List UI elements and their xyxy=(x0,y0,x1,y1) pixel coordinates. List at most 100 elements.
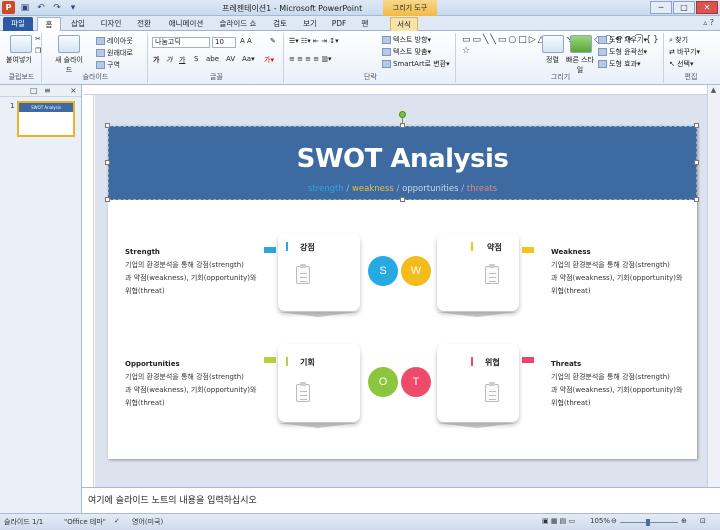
text-direction-button[interactable]: 텍스트 방향▾ xyxy=(382,35,431,45)
font-grow-icon[interactable]: A A xyxy=(240,37,252,45)
shapes-gallery-icon[interactable]: ▭▭╲╲▭○□▷△⌐⌐↘⇒⇩◇◯↶↷⌒{}☆ xyxy=(462,35,659,69)
replace-button[interactable]: ⇄ 바꾸기▾ xyxy=(669,47,700,57)
opportunities-description[interactable]: 기업의 환경분석을 통해 강점(strength) 과 약점(weakness)… xyxy=(125,371,263,410)
threats-description[interactable]: 기업의 환경분석을 통해 강점(strength) 과 약점(weakness)… xyxy=(551,371,689,410)
zoom-slider-thumb[interactable] xyxy=(646,519,650,526)
strength-description[interactable]: 기업의 환경분석을 통해 강점(strength) 과 약점(weakness)… xyxy=(125,259,263,298)
vertical-scrollbar[interactable]: ▲ xyxy=(707,85,720,487)
fit-slide-icon[interactable]: ⊡ xyxy=(700,517,706,525)
select-button[interactable]: ↖ 선택▾ xyxy=(669,59,694,69)
zoom-out-icon[interactable]: ⊖ xyxy=(611,517,617,525)
tab-home[interactable]: 홈 xyxy=(37,17,61,31)
language-indicator[interactable]: 영어(미국) xyxy=(132,517,163,527)
help-icon[interactable]: ▵ ? xyxy=(703,18,714,27)
strikethrough-icon[interactable]: abe xyxy=(206,55,219,63)
close-button[interactable]: ✕ xyxy=(696,1,718,14)
redo-icon[interactable]: ↷ xyxy=(51,2,63,14)
weakness-description[interactable]: 기업의 환경분석을 통해 강점(strength) 과 약점(weakness)… xyxy=(551,259,689,298)
resize-handle[interactable] xyxy=(400,123,405,128)
font-size-select[interactable]: 10 xyxy=(212,37,236,48)
threats-circle[interactable]: T xyxy=(401,367,431,397)
change-case-icon[interactable]: Aa▾ xyxy=(242,55,255,63)
clear-format-icon[interactable]: ✎ xyxy=(270,37,276,45)
resize-handle[interactable] xyxy=(105,160,110,165)
strength-card[interactable]: 강점 xyxy=(278,233,360,311)
weakness-circle[interactable]: W xyxy=(401,256,431,286)
zoom-level[interactable]: 105% xyxy=(590,517,610,525)
font-color-icon[interactable]: 가▾ xyxy=(264,55,274,65)
tab-review[interactable]: 검토 xyxy=(268,17,292,31)
tab-format[interactable]: 서식 xyxy=(390,17,418,31)
align-text-button[interactable]: 텍스트 맞춤▾ xyxy=(382,47,431,57)
reset-button[interactable]: 원래대로 xyxy=(96,48,133,58)
resize-handle[interactable] xyxy=(694,197,699,202)
notes-pane[interactable]: 여기에 슬라이드 노트의 내용을 입력하십시오 xyxy=(82,487,720,513)
view-buttons[interactable]: ▣ ▦ ▤ ▭ xyxy=(542,517,575,525)
theme-indicator[interactable]: "Office 테마" xyxy=(64,517,106,527)
tab-file[interactable]: 파일 xyxy=(3,17,33,31)
opportunities-card[interactable]: 기회 xyxy=(278,344,360,422)
arrange-icon[interactable] xyxy=(542,35,564,53)
tab-pen[interactable]: 펜 xyxy=(356,17,374,31)
customize-icon[interactable]: ▾ xyxy=(67,2,79,14)
weakness-card[interactable]: 약점 xyxy=(437,233,519,311)
shape-fill-button[interactable]: 도형 채우기▾ xyxy=(598,35,647,45)
scroll-up-icon[interactable]: ▲ xyxy=(708,86,719,97)
vertical-ruler[interactable] xyxy=(84,95,94,487)
save-icon[interactable]: ▣ xyxy=(19,2,31,14)
smartart-button[interactable]: SmartArt로 변환▾ xyxy=(382,59,450,69)
resize-handle[interactable] xyxy=(400,197,405,202)
tab-slideshow[interactable]: 슬라이드 쇼 xyxy=(216,17,260,31)
shape-outline-button[interactable]: 도형 윤곽선▾ xyxy=(598,47,647,57)
spacing-icon[interactable]: AV xyxy=(226,55,235,63)
slide[interactable]: SWOT Analysis strength / weakness / oppo… xyxy=(105,111,699,459)
tab-pdf[interactable]: PDF xyxy=(328,17,350,31)
spellcheck-icon[interactable]: ✓ xyxy=(114,517,120,525)
italic-icon[interactable]: 가 xyxy=(166,55,172,65)
section-button[interactable]: 구역 xyxy=(96,60,120,70)
opportunities-circle[interactable]: O xyxy=(368,367,398,397)
threats-heading[interactable]: Threats xyxy=(551,360,581,368)
horizontal-ruler[interactable] xyxy=(84,85,720,95)
undo-icon[interactable]: ↶ xyxy=(35,2,47,14)
shape-effects-button[interactable]: 도형 효과▾ xyxy=(598,59,641,69)
find-button[interactable]: ⌕ 찾기 xyxy=(669,35,688,45)
underline-icon[interactable]: 가 xyxy=(179,55,185,65)
paste-icon[interactable] xyxy=(10,35,32,53)
slide-thumbnail[interactable]: SWOT Analysis xyxy=(17,101,75,137)
shadow-icon[interactable]: S xyxy=(194,55,198,63)
opportunities-heading[interactable]: Opportunities xyxy=(125,360,180,368)
bullets-icon[interactable]: ☰▾ ☷▾ ⇤ ⇥ ↕▾ xyxy=(289,37,339,45)
resize-handle[interactable] xyxy=(105,123,110,128)
strength-heading[interactable]: Strength xyxy=(125,248,160,256)
rotation-handle[interactable] xyxy=(399,111,406,118)
font-name-select[interactable]: 나눔고딕 xyxy=(152,37,210,48)
tab-animations[interactable]: 애니메이션 xyxy=(164,17,208,31)
minimize-button[interactable]: ─ xyxy=(650,1,672,14)
paste-button[interactable]: 붙여넣기 xyxy=(6,55,32,65)
strength-circle[interactable]: S xyxy=(368,256,398,286)
tab-design[interactable]: 디자인 xyxy=(96,17,126,31)
tab-transitions[interactable]: 전환 xyxy=(132,17,156,31)
slides-tab[interactable]: □ xyxy=(30,86,38,95)
zoom-in-icon[interactable]: ⊕ xyxy=(681,517,687,525)
powerpoint-logo-icon[interactable]: P xyxy=(2,1,15,14)
outline-tab[interactable]: ≡ xyxy=(44,86,51,95)
quick-styles-icon[interactable] xyxy=(570,35,592,53)
threats-card[interactable]: 위협 xyxy=(437,344,519,422)
cut-icon[interactable]: ✂ xyxy=(35,35,41,43)
bold-icon[interactable]: 가 xyxy=(153,55,159,65)
maximize-button[interactable]: □ xyxy=(673,1,695,14)
arrange-button[interactable]: 정렬 xyxy=(546,55,559,65)
tab-insert[interactable]: 삽입 xyxy=(64,17,92,31)
weakness-heading[interactable]: Weakness xyxy=(551,248,591,256)
copy-icon[interactable]: ❐ xyxy=(35,47,41,55)
resize-handle[interactable] xyxy=(105,197,110,202)
tab-view[interactable]: 보기 xyxy=(300,17,320,31)
align-icons[interactable]: ≡ ≡ ≡ ≡ ▥▾ xyxy=(289,55,332,63)
resize-handle[interactable] xyxy=(694,123,699,128)
close-pane-icon[interactable]: × xyxy=(70,86,77,95)
resize-handle[interactable] xyxy=(694,160,699,165)
layout-button[interactable]: 레이아웃 xyxy=(96,36,133,46)
new-slide-icon[interactable] xyxy=(58,35,80,53)
